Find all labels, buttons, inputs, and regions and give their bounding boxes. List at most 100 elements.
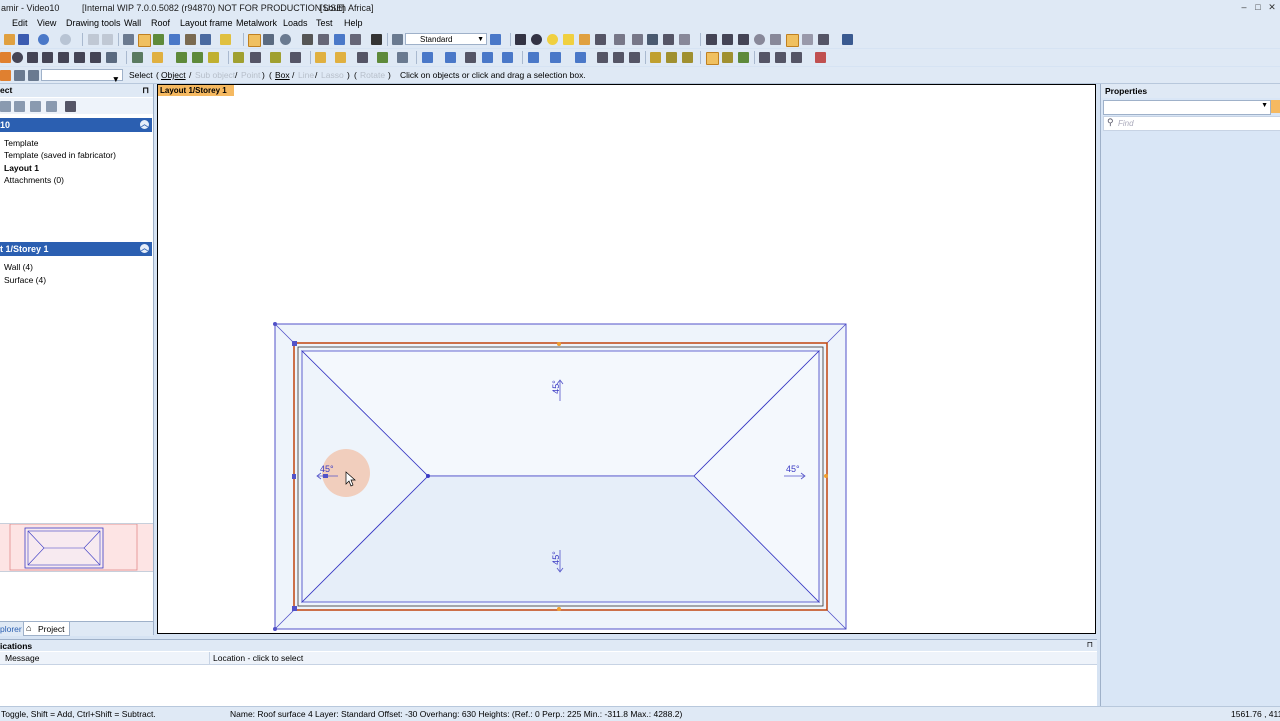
house-edit-icon[interactable] bbox=[335, 52, 346, 63]
angle-icon[interactable] bbox=[597, 52, 608, 63]
chain-icon[interactable] bbox=[632, 34, 643, 45]
highlight-tool-icon[interactable] bbox=[786, 34, 799, 47]
menu-view[interactable]: View bbox=[37, 18, 56, 28]
rectangle-icon[interactable] bbox=[563, 34, 574, 45]
roof-view-icon[interactable] bbox=[153, 34, 164, 45]
menu-metalwork[interactable]: Metalwork bbox=[236, 18, 277, 28]
mode-point[interactable]: Point bbox=[241, 70, 260, 80]
arc-icon[interactable] bbox=[531, 34, 542, 45]
menu-drawing-tools[interactable]: Drawing tools bbox=[66, 18, 121, 28]
mode-sub-object[interactable]: Sub object bbox=[195, 70, 235, 80]
shape-icon[interactable] bbox=[58, 52, 69, 63]
wall-tool-icon[interactable] bbox=[106, 52, 117, 63]
layers-icon[interactable] bbox=[490, 34, 501, 45]
align-icon[interactable] bbox=[528, 52, 539, 63]
align-bottom-icon[interactable] bbox=[550, 52, 561, 63]
style-combo[interactable]: Standard ▼ bbox=[405, 33, 487, 45]
sel-pencil-icon[interactable] bbox=[0, 70, 11, 81]
layout-section-header[interactable]: t 1/Storey 1 ︿ bbox=[0, 242, 152, 256]
mode-line[interactable]: Line bbox=[298, 70, 314, 80]
undo-icon[interactable] bbox=[38, 34, 49, 45]
batten-icon[interactable] bbox=[270, 52, 281, 63]
copy-icon[interactable] bbox=[102, 34, 113, 45]
distribute-icon[interactable] bbox=[575, 52, 586, 63]
truss-highlight-icon[interactable] bbox=[706, 52, 719, 65]
connector-icon[interactable] bbox=[650, 52, 661, 63]
grid-frame-icon[interactable] bbox=[290, 52, 301, 63]
web-alt-icon[interactable] bbox=[682, 52, 693, 63]
zoom-icon[interactable] bbox=[280, 34, 291, 45]
pitch-label-right[interactable]: 45° bbox=[786, 464, 800, 474]
tools-icon[interactable] bbox=[302, 34, 313, 45]
tab-project[interactable]: ⌂ Project bbox=[23, 622, 70, 636]
maximize-button[interactable]: □ bbox=[1252, 2, 1264, 12]
tree-list-icon[interactable] bbox=[30, 101, 41, 112]
cut-icon[interactable] bbox=[88, 34, 99, 45]
polyline-icon[interactable] bbox=[74, 52, 85, 63]
table-icon[interactable] bbox=[818, 34, 829, 45]
grip-handle[interactable] bbox=[292, 474, 296, 479]
layout-icon[interactable] bbox=[138, 34, 151, 47]
tree-item-attachments[interactable]: Attachments (0) bbox=[4, 175, 64, 185]
menu-loads[interactable]: Loads bbox=[283, 18, 308, 28]
house-icon[interactable] bbox=[315, 52, 326, 63]
box-icon[interactable] bbox=[27, 52, 38, 63]
hip-icon[interactable] bbox=[176, 52, 187, 63]
extend-icon[interactable] bbox=[722, 34, 733, 45]
column-message[interactable]: Message bbox=[5, 653, 40, 663]
load-icon[interactable] bbox=[422, 52, 433, 63]
tab-explorer[interactable]: plorer bbox=[0, 624, 22, 634]
mode-rotate[interactable]: Rotate bbox=[360, 70, 385, 80]
pin-icon[interactable]: ⊓ bbox=[1087, 640, 1093, 649]
sel-chart-icon[interactable] bbox=[14, 70, 25, 81]
dimension-icon[interactable] bbox=[595, 34, 606, 45]
bracket-icon[interactable] bbox=[465, 52, 476, 63]
sel-graph-icon[interactable] bbox=[28, 70, 39, 81]
brush-icon[interactable] bbox=[220, 34, 231, 45]
zoom-window-icon[interactable] bbox=[200, 34, 211, 45]
erase-icon[interactable] bbox=[802, 34, 813, 45]
snap-icon[interactable] bbox=[334, 34, 345, 45]
ellipse-icon[interactable] bbox=[754, 34, 765, 45]
report-icon[interactable] bbox=[791, 52, 802, 63]
member-icon[interactable] bbox=[357, 52, 368, 63]
tree-item-wall[interactable]: Wall (4) bbox=[4, 262, 33, 272]
tree-collapse-icon[interactable] bbox=[14, 101, 25, 112]
menu-wall[interactable]: Wall bbox=[124, 18, 141, 28]
line-icon[interactable] bbox=[515, 34, 526, 45]
document-tab-layout[interactable]: Layout 1/Storey 1 bbox=[158, 85, 234, 96]
wind-icon[interactable] bbox=[445, 52, 456, 63]
curve-icon[interactable] bbox=[629, 52, 640, 63]
pitch-label-top[interactable]: 45° bbox=[551, 380, 561, 394]
project-section-header[interactable]: 10 ︿ bbox=[0, 118, 152, 132]
select-arrow-icon[interactable] bbox=[248, 34, 261, 47]
collapse-up-icon[interactable]: ︿ bbox=[140, 244, 149, 253]
grip-handle[interactable] bbox=[292, 606, 297, 611]
roof-edit-icon[interactable] bbox=[152, 52, 163, 63]
roof-plan-drawing[interactable] bbox=[158, 85, 1095, 633]
copy-tool-icon[interactable] bbox=[647, 34, 658, 45]
drawing-canvas[interactable]: 45° 45° 45° 45° bbox=[157, 84, 1096, 634]
close-button[interactable]: ✕ bbox=[1266, 2, 1278, 12]
grid-icon[interactable] bbox=[679, 34, 690, 45]
menu-roof[interactable]: Roof bbox=[151, 18, 170, 28]
wall-icon[interactable] bbox=[42, 52, 53, 63]
pitch-icon[interactable] bbox=[208, 52, 219, 63]
window-cascade-icon[interactable] bbox=[815, 52, 826, 63]
grip-handle[interactable] bbox=[292, 341, 297, 346]
fill-icon[interactable] bbox=[377, 52, 388, 63]
polygon-icon[interactable] bbox=[579, 34, 590, 45]
selection-filter-combo[interactable]: ▼ bbox=[41, 69, 123, 84]
gable-icon[interactable] bbox=[192, 52, 203, 63]
edit-icon[interactable] bbox=[123, 34, 134, 45]
export-icon[interactable] bbox=[775, 52, 786, 63]
pitch-label-left[interactable]: 45° bbox=[320, 464, 334, 474]
target-icon[interactable] bbox=[12, 52, 23, 63]
properties-object-combo[interactable]: ▼ bbox=[1103, 100, 1271, 115]
text-icon[interactable] bbox=[185, 34, 196, 45]
tie-icon[interactable] bbox=[738, 52, 749, 63]
pin-icon[interactable]: ⊓ bbox=[142, 84, 149, 97]
style-icon[interactable] bbox=[392, 34, 403, 45]
mirror-icon[interactable] bbox=[663, 34, 674, 45]
frame-icon[interactable] bbox=[169, 34, 180, 45]
